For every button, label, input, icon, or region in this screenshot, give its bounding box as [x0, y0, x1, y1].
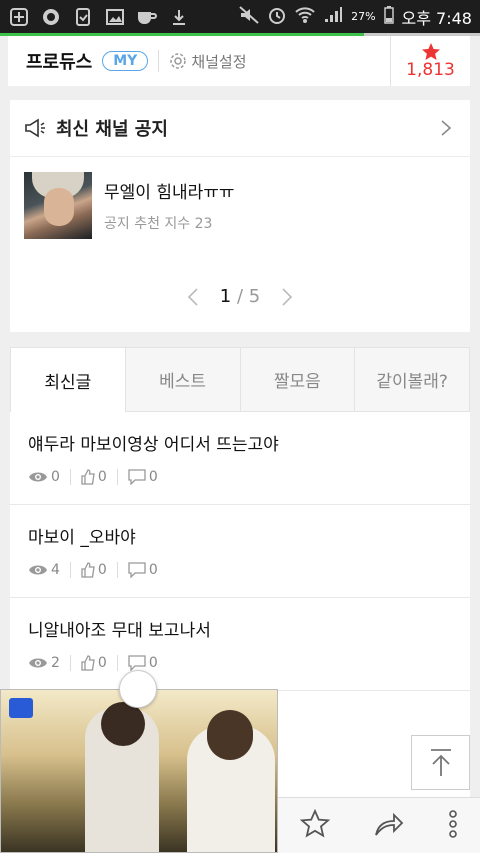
comment-icon [128, 655, 146, 671]
broadcast-logo [9, 698, 33, 718]
channel-settings-button[interactable]: 채널설정 [169, 51, 247, 72]
notice-title: 최신 채널 공지 [56, 119, 168, 140]
view-count: 4 [51, 562, 60, 578]
tab-watch-together[interactable]: 같이볼래? [355, 347, 470, 412]
settings-label: 채널설정 [191, 52, 247, 71]
view-count: 2 [51, 655, 60, 671]
megaphone-icon [25, 118, 45, 138]
comment-count: 0 [148, 469, 158, 485]
like-count: 0 [97, 655, 107, 671]
alarm-icon [267, 6, 287, 28]
notice-item-subtitle: 공지 추천 지수 23 [104, 216, 213, 232]
bottom-action-bar [278, 797, 480, 853]
eye-icon [29, 565, 47, 575]
chevron-right-icon [441, 120, 452, 136]
floating-video-player[interactable] [0, 689, 278, 853]
post-meta: 2 0 0 [28, 655, 452, 671]
star-outline-icon [299, 808, 331, 837]
chevron-left-icon[interactable] [186, 287, 200, 307]
favorite-button[interactable]: 1,813 [390, 36, 470, 86]
notice-card: 최신 채널 공지 무엘이 힘내라ㅠㅠ 공지 추천 지수 23 1 / 5 [10, 100, 470, 332]
post-title: 얘두라 마보이영상 어디서 뜨는고야 [28, 435, 279, 455]
more-vertical-icon [449, 809, 457, 838]
comment-count: 0 [148, 655, 158, 671]
list-item[interactable]: 얘두라 마보이영상 어디서 뜨는고야 0 0 0 [10, 412, 470, 505]
pager-current: 1 [219, 286, 232, 307]
list-item[interactable]: 마보이 _오바야 4 0 0 [10, 505, 470, 598]
wifi-icon [295, 6, 315, 28]
channel-header: 프로듀스 MY 채널설정 1,813 [8, 36, 470, 86]
post-title: 마보이 _오바야 [28, 528, 136, 548]
thumbs-up-icon [81, 469, 95, 485]
video-drag-handle[interactable] [119, 670, 157, 708]
like-count: 0 [97, 469, 107, 485]
comment-count: 0 [148, 562, 158, 578]
notice-header[interactable]: 최신 채널 공지 [10, 100, 470, 157]
clipboard-check-icon [72, 7, 94, 26]
list-item[interactable]: 니알내아조 무대 보고나서 2 0 0 [10, 598, 470, 691]
share-button[interactable] [374, 811, 404, 841]
eye-icon [29, 472, 47, 482]
share-arrow-icon [375, 812, 404, 836]
cup-icon [136, 8, 158, 26]
bookmark-star-button[interactable] [299, 808, 331, 843]
eye-icon [29, 658, 47, 668]
pager-separator: / [236, 286, 244, 307]
thumbs-up-icon [81, 655, 95, 671]
notice-thumbnail [24, 172, 92, 239]
view-count: 0 [51, 469, 60, 485]
my-badge[interactable]: MY [102, 51, 149, 71]
chevron-right-icon[interactable] [280, 287, 294, 307]
post-meta: 4 0 0 [28, 562, 452, 578]
favorite-count: 1,813 [406, 60, 455, 80]
post-title: 니알내아조 무대 보고나서 [28, 621, 211, 641]
more-options-button[interactable] [448, 809, 458, 843]
add-icon [8, 7, 30, 26]
download-icon [168, 8, 190, 26]
star-filled-icon [421, 43, 440, 60]
status-bar: 27% 오후 7:48 [0, 0, 480, 33]
tab-latest[interactable]: 최신글 [10, 347, 126, 412]
comment-icon [128, 562, 146, 578]
battery-percent: 27% [351, 10, 376, 23]
notice-item-title: 무엘이 힘내라ㅠㅠ [104, 183, 235, 203]
notice-pager: 1 / 5 [10, 286, 470, 307]
record-icon [40, 8, 62, 26]
tab-images[interactable]: 짤모음 [240, 347, 356, 412]
arrow-up-icon [430, 748, 451, 776]
post-meta: 0 0 0 [28, 469, 452, 485]
channel-name[interactable]: 프로듀스 [26, 48, 92, 74]
scroll-top-button[interactable] [411, 735, 470, 790]
notice-item[interactable]: 무엘이 힘내라ㅠㅠ 공지 추천 지수 23 [10, 157, 470, 254]
thumbs-up-icon [81, 562, 95, 578]
tab-best[interactable]: 베스트 [125, 347, 241, 412]
mute-icon [239, 5, 259, 28]
signal-icon [323, 6, 343, 28]
comment-icon [128, 469, 146, 485]
board-tabs: 최신글 베스트 짤모음 같이볼래? [10, 347, 470, 412]
clock-time: 오후 7:48 [401, 8, 472, 28]
like-count: 0 [97, 562, 107, 578]
gear-icon [170, 53, 187, 69]
image-icon [104, 8, 126, 26]
battery-icon [383, 5, 394, 28]
pager-total: 5 [248, 286, 261, 307]
